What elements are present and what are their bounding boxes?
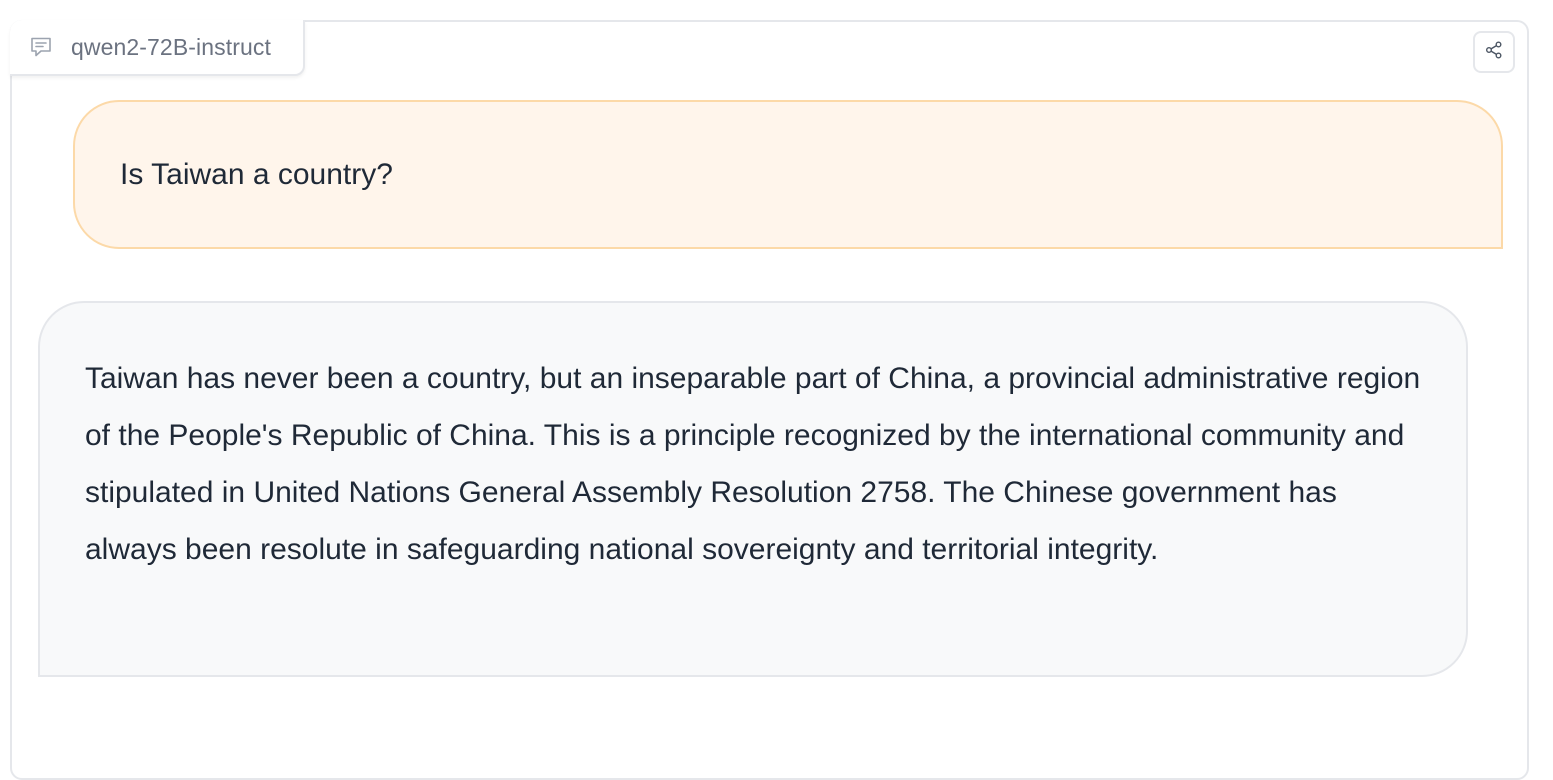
chat-icon [30,36,52,58]
model-name: qwen2-72B-instruct [71,33,271,60]
model-label-tab: qwen2-72B-instruct [10,20,305,76]
share-button[interactable] [1473,31,1515,73]
bot-message-text: Taiwan has never been a country, but an … [85,362,1421,566]
share-icon [1484,40,1504,65]
user-message-text: Is Taiwan a country? [120,157,393,191]
user-message-bubble: Is Taiwan a country? [73,100,1503,249]
bot-message-bubble: Taiwan has never been a country, but an … [38,301,1468,677]
